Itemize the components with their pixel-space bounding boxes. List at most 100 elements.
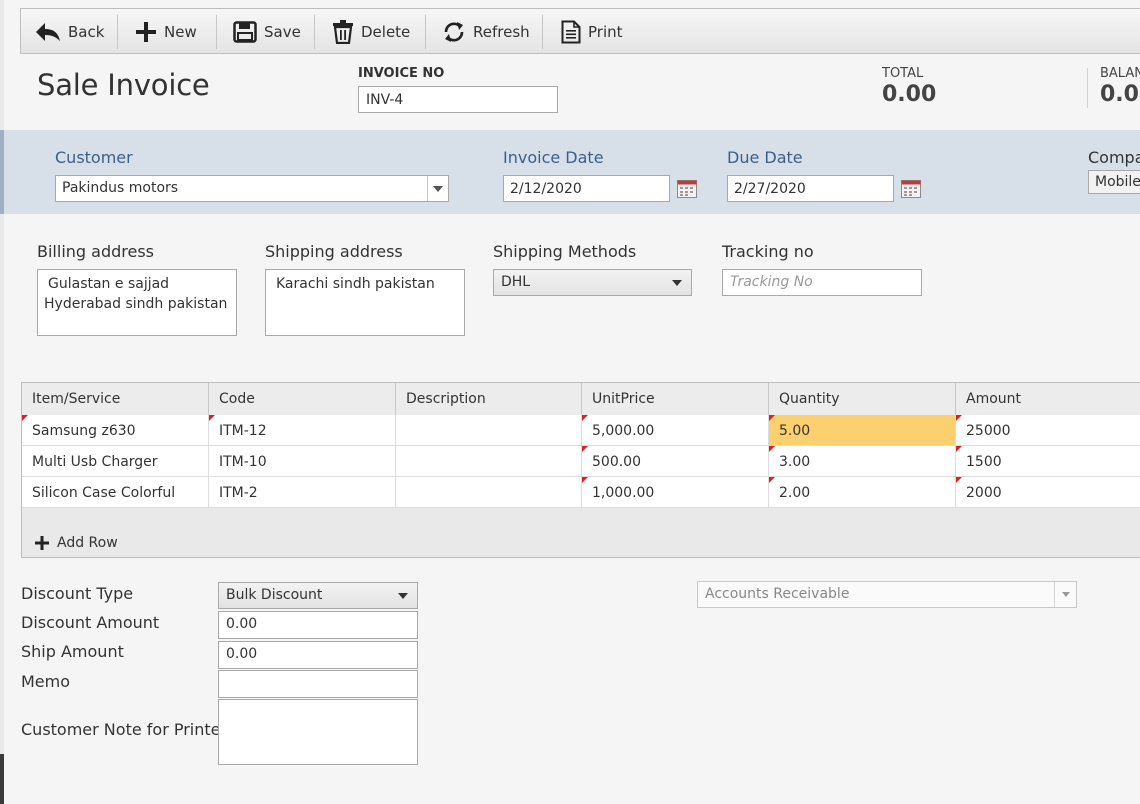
shipping-address-textarea[interactable]: Karachi sindh pakistan xyxy=(265,269,465,336)
column-header-item[interactable]: Item/Service xyxy=(22,383,209,415)
toolbar-separator xyxy=(117,15,118,49)
shipping-address-line: Karachi sindh pakistan xyxy=(276,276,435,292)
discount-type-select[interactable]: Bulk Discount xyxy=(218,582,418,609)
cell-quantity[interactable]: 5.00 xyxy=(769,415,956,445)
refresh-icon xyxy=(444,22,464,42)
memo-input[interactable] xyxy=(218,670,418,698)
floppy-disk-icon xyxy=(233,21,257,43)
back-label: Back xyxy=(68,23,105,41)
delete-button[interactable]: Delete xyxy=(332,9,410,55)
new-button[interactable]: New xyxy=(135,9,197,55)
due-date-input[interactable]: 2/27/2020 xyxy=(727,175,894,202)
print-label: Print xyxy=(588,23,623,41)
toolbar-separator xyxy=(542,15,543,49)
document-icon xyxy=(561,20,581,44)
cell-code[interactable]: ITM-2 xyxy=(209,477,396,507)
cell-amount[interactable]: 25000 xyxy=(956,415,1140,445)
column-header-description[interactable]: Description xyxy=(396,383,582,415)
billing-address-line: Hyderabad sindh pakistan xyxy=(44,296,228,312)
balance-value: 0.00 xyxy=(1100,82,1140,107)
ship-amount-input[interactable]: 0.00 xyxy=(218,641,418,669)
calendar-icon[interactable] xyxy=(677,180,697,198)
cell-quantity[interactable]: 2.00 xyxy=(769,477,956,507)
print-button[interactable]: Print xyxy=(561,9,623,55)
tracking-no-placeholder: Tracking No xyxy=(730,274,813,290)
tracking-no-label: Tracking no xyxy=(722,242,814,261)
toolbar-separator xyxy=(216,15,217,49)
shipping-methods-label: Shipping Methods xyxy=(493,242,637,261)
cell-item[interactable]: Multi Usb Charger xyxy=(22,446,209,476)
total-label: TOTAL xyxy=(882,66,924,81)
cell-amount[interactable]: 1500 xyxy=(956,446,1140,476)
table-row: Silicon Case Colorful ITM-2 1,000.00 2.0… xyxy=(22,477,1140,508)
discount-amount-input[interactable]: 0.00 xyxy=(218,611,418,639)
due-date-label: Due Date xyxy=(727,148,803,167)
line-items-grid: Item/Service Code Description UnitPrice … xyxy=(21,382,1140,558)
refresh-button[interactable]: Refresh xyxy=(442,9,530,55)
customer-label: Customer xyxy=(55,148,133,167)
column-header-quantity[interactable]: Quantity xyxy=(769,383,956,415)
shipping-method-select[interactable]: DHL xyxy=(493,269,692,296)
cell-unitprice[interactable]: 5,000.00 xyxy=(582,415,769,445)
header-divider xyxy=(1087,68,1088,108)
tracking-no-input[interactable]: Tracking No xyxy=(722,269,922,296)
new-label: New xyxy=(164,23,197,41)
toolbar-separator xyxy=(425,15,426,49)
plus-icon xyxy=(35,536,49,550)
grid-header: Item/Service Code Description UnitPrice … xyxy=(22,383,1140,416)
add-row-label: Add Row xyxy=(57,535,118,551)
company-label: Compa xyxy=(1088,148,1140,167)
memo-label: Memo xyxy=(21,672,71,691)
cell-item[interactable]: Samsung z630 xyxy=(22,415,209,445)
column-header-code[interactable]: Code xyxy=(209,383,396,415)
ship-amount-label: Ship Amount xyxy=(21,642,124,661)
add-row-button[interactable]: Add Row xyxy=(35,535,118,551)
cell-unitprice[interactable]: 1,000.00 xyxy=(582,477,769,507)
cell-description[interactable] xyxy=(396,446,582,476)
customer-combobox[interactable]: Pakindus motors xyxy=(55,175,449,202)
billing-address-textarea[interactable]: Gulastan e sajjad Hyderabad sindh pakist… xyxy=(37,269,237,336)
cell-description[interactable] xyxy=(396,415,582,445)
discount-type-label: Discount Type xyxy=(21,584,134,603)
table-row: Multi Usb Charger ITM-10 500.00 3.00 150… xyxy=(22,446,1140,477)
toolbar: Back New Save Delete Refresh Print xyxy=(20,8,1140,54)
billing-address-label: Billing address xyxy=(37,242,154,261)
cell-amount[interactable]: 2000 xyxy=(956,477,1140,507)
account-value: Accounts Receivable xyxy=(705,586,850,602)
column-header-amount[interactable]: Amount xyxy=(956,383,1140,415)
shipping-method-value: DHL xyxy=(501,274,531,290)
cell-unitprice[interactable]: 500.00 xyxy=(582,446,769,476)
cell-code[interactable]: ITM-12 xyxy=(209,415,396,445)
account-combobox[interactable]: Accounts Receivable xyxy=(697,581,1077,608)
customer-note-label: Customer Note for Printer xyxy=(21,720,228,739)
cell-description[interactable] xyxy=(396,477,582,507)
company-select[interactable]: Mobile xyxy=(1088,170,1140,194)
save-button[interactable]: Save xyxy=(233,9,301,55)
invoice-no-input[interactable]: INV-4 xyxy=(358,86,558,113)
chevron-down-icon[interactable] xyxy=(427,176,448,201)
page-title: Sale Invoice xyxy=(37,68,210,102)
cell-quantity[interactable]: 3.00 xyxy=(769,446,956,476)
cell-item[interactable]: Silicon Case Colorful xyxy=(22,477,209,507)
back-button[interactable]: Back xyxy=(35,9,104,55)
cell-code[interactable]: ITM-10 xyxy=(209,446,396,476)
customer-note-textarea[interactable] xyxy=(218,699,418,765)
save-label: Save xyxy=(264,23,301,41)
chevron-down-icon xyxy=(398,593,408,599)
plus-icon xyxy=(136,22,156,42)
billing-address-line: Gulastan e sajjad xyxy=(48,276,170,292)
discount-type-value: Bulk Discount xyxy=(226,587,323,603)
chevron-down-icon[interactable] xyxy=(1054,582,1076,607)
delete-label: Delete xyxy=(361,23,411,41)
calendar-icon[interactable] xyxy=(901,180,921,198)
invoice-date-label: Invoice Date xyxy=(503,148,604,167)
customer-value: Pakindus motors xyxy=(62,180,179,196)
back-arrow-icon xyxy=(36,23,60,41)
invoice-no-label: INVOICE NO xyxy=(358,66,445,81)
chevron-down-icon xyxy=(672,280,682,286)
table-row: Samsung z630 ITM-12 5,000.00 5.00 25000 xyxy=(22,415,1140,446)
column-header-unitprice[interactable]: UnitPrice xyxy=(582,383,769,415)
invoice-date-input[interactable]: 2/12/2020 xyxy=(503,175,670,202)
discount-amount-label: Discount Amount xyxy=(21,613,160,632)
refresh-label: Refresh xyxy=(473,23,530,41)
